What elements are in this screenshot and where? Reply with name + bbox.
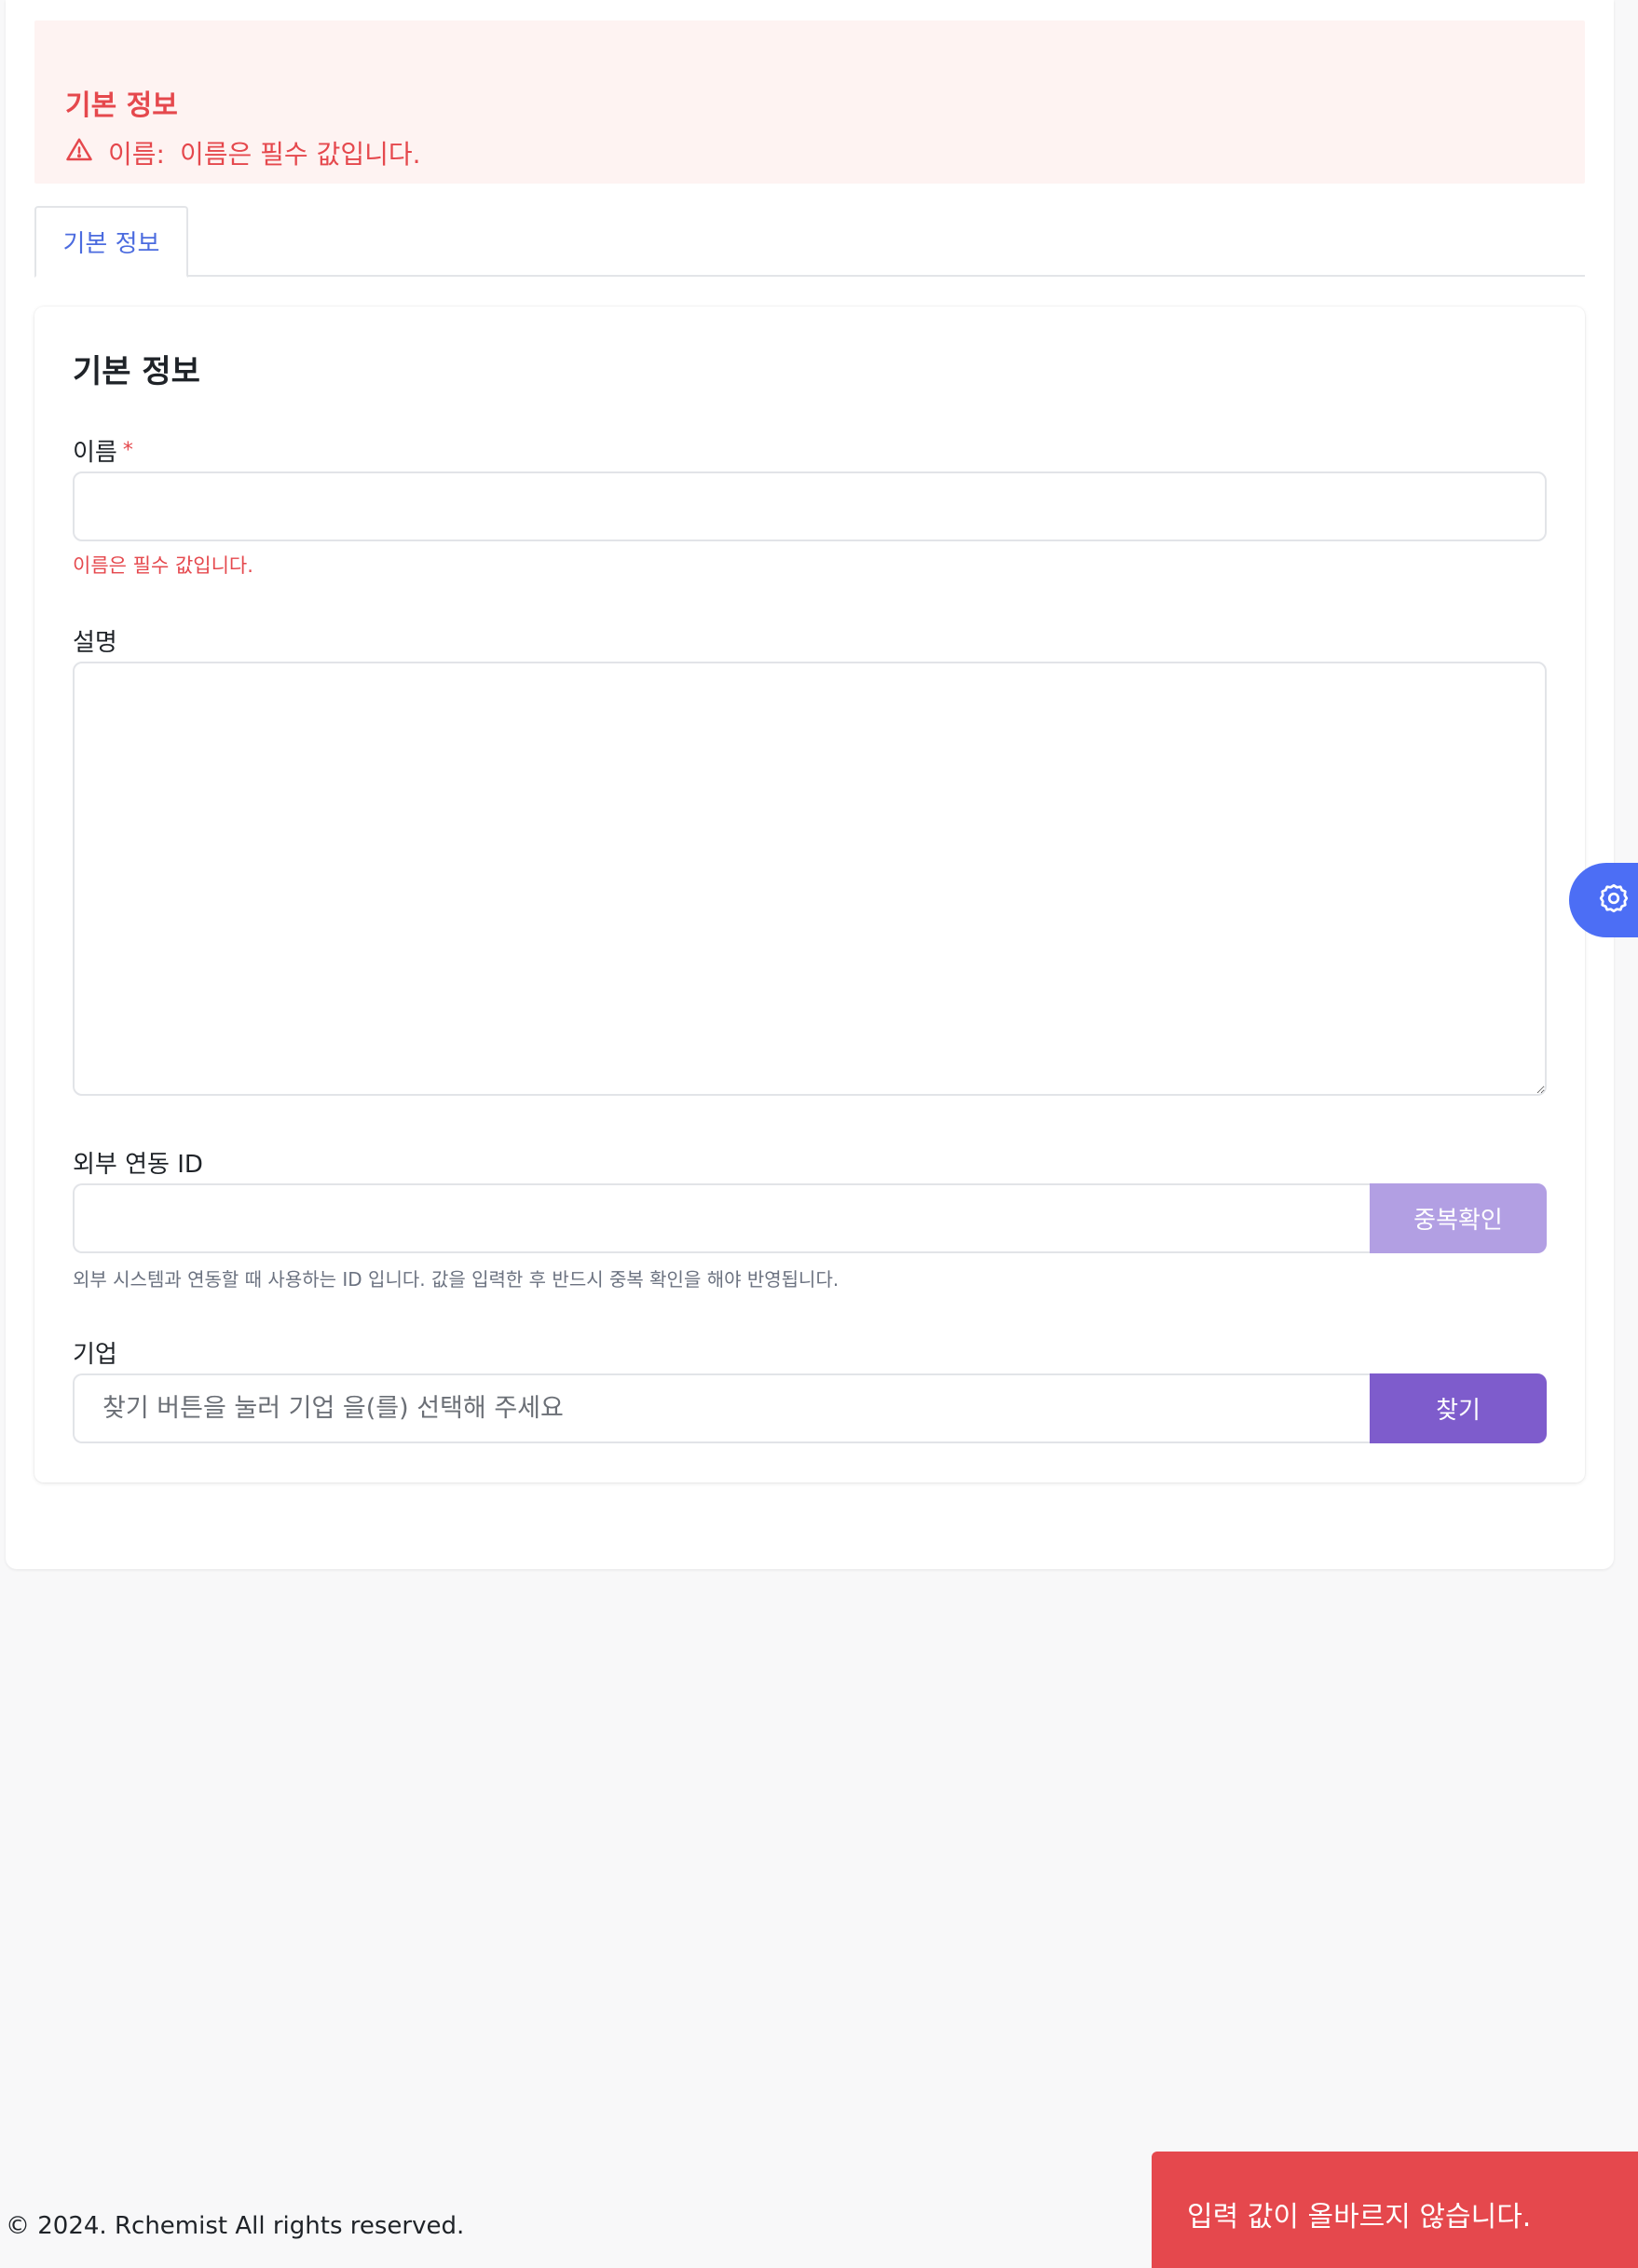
company-label: 기업 bbox=[73, 1341, 117, 1369]
name-input[interactable] bbox=[73, 471, 1547, 541]
error-summary-title: 기본 정보 bbox=[65, 89, 178, 122]
name-error: 이름은 필수 값입니다. bbox=[73, 554, 253, 577]
external-id-input[interactable] bbox=[73, 1183, 1370, 1253]
description-textarea[interactable] bbox=[73, 662, 1547, 1096]
name-label-text: 이름 bbox=[73, 439, 117, 467]
description-label: 설명 bbox=[73, 629, 117, 657]
toast-message: 입력 값이 올바르지 않습니다. bbox=[1187, 2201, 1532, 2234]
tab-bar: 기본 정보 bbox=[34, 206, 1585, 278]
duplicate-check-button[interactable]: 중복확인 bbox=[1370, 1183, 1547, 1253]
warning-icon bbox=[65, 136, 93, 171]
error-summary: 기본 정보 이름: 이름은 필수 값입니다. bbox=[34, 20, 1585, 184]
settings-button[interactable] bbox=[1569, 863, 1638, 937]
footer-copyright: © 2024. Rchemist All rights reserved. bbox=[6, 2212, 465, 2240]
company-group: 찾기 bbox=[73, 1373, 1547, 1443]
form-title: 기본 정보 bbox=[73, 353, 200, 390]
required-mark: * bbox=[122, 439, 133, 462]
name-label: 이름 * bbox=[73, 433, 133, 468]
error-toast[interactable]: 입력 값이 올바르지 않습니다. bbox=[1152, 2152, 1638, 2268]
error-summary-field: 이름: bbox=[108, 139, 165, 170]
form-card: 기본 정보 이름 * 이름은 필수 값입니다. 설명 외부 연동 ID 중복확인… bbox=[34, 307, 1585, 1482]
gear-icon bbox=[1597, 881, 1631, 919]
error-summary-row: 이름: 이름은 필수 값입니다. bbox=[65, 134, 421, 171]
external-id-label: 외부 연동 ID bbox=[73, 1151, 203, 1179]
external-id-help: 외부 시스템과 연동할 때 사용하는 ID 입니다. 값을 입력한 후 반드시 … bbox=[73, 1268, 839, 1291]
find-button[interactable]: 찾기 bbox=[1370, 1373, 1547, 1443]
company-input[interactable] bbox=[73, 1373, 1370, 1443]
external-id-group: 중복확인 bbox=[73, 1183, 1547, 1253]
tab-basic-info[interactable]: 기본 정보 bbox=[34, 206, 188, 278]
error-summary-message: 이름은 필수 값입니다. bbox=[179, 139, 421, 170]
